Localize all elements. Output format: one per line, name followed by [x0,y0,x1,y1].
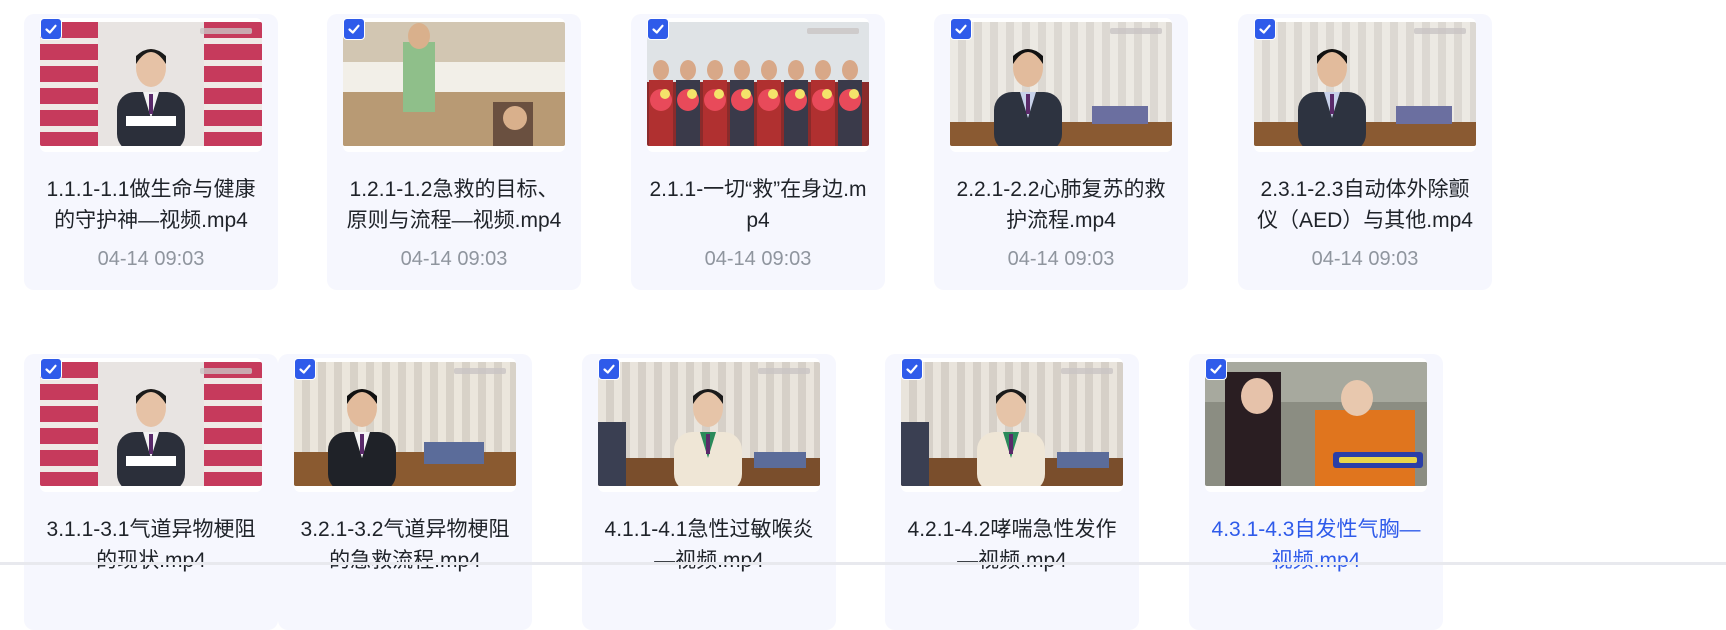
file-card[interactable]: 2.2.1-2.2心肺复苏的救护流程.mp4 04-14 09:03 [934,14,1188,290]
check-icon [348,24,360,34]
file-name[interactable]: 2.2.1-2.2心肺复苏的救护流程.mp4 [948,174,1174,236]
check-icon [906,364,918,374]
check-icon [1210,364,1222,374]
file-card[interactable]: 3.1.1-3.1气道异物梗阻的现状.mp4 [24,354,278,630]
thumbnail-frame [1205,358,1427,492]
file-name[interactable]: 4.1.1-4.1急性过敏喉炎—视频.mp4 [596,514,822,576]
modified-time: 04-14 09:03 [400,248,508,270]
check-icon [45,24,57,34]
file-card[interactable]: 1.1.1-1.1做生命与健康的守护神—视频.mp4 04-14 09:03 [24,14,278,290]
checkbox[interactable] [343,18,365,40]
checkbox[interactable] [1254,18,1276,40]
file-card[interactable]: 2.3.1-2.3自动体外除颤仪（AED）与其他.mp4 04-14 09:03 [1238,14,1492,290]
check-icon [299,364,311,374]
video-thumbnail[interactable] [598,362,820,486]
checkbox[interactable] [647,18,669,40]
check-icon [652,24,664,34]
file-card[interactable]: 4.1.1-4.1急性过敏喉炎—视频.mp4 [582,354,836,630]
thumbnail-frame [343,18,565,152]
modified-time: 04-14 09:03 [704,248,812,270]
video-thumbnail[interactable] [950,22,1172,146]
thumbnail-frame [647,18,869,152]
thumbnail-frame [294,358,516,492]
thumbnail-frame [598,358,820,492]
modified-time: 04-14 09:03 [1007,248,1115,270]
thumbnail-frame [901,358,1123,492]
checkbox[interactable] [294,358,316,380]
check-icon [955,24,967,34]
file-name[interactable]: 2.3.1-2.3自动体外除颤仪（AED）与其他.mp4 [1252,174,1478,236]
check-icon [45,364,57,374]
file-card[interactable]: 4.2.1-4.2哮喘急性发作—视频.mp4 [885,354,1139,630]
modified-time: 04-14 09:03 [97,248,205,270]
check-icon [1259,24,1271,34]
video-thumbnail[interactable] [40,362,262,486]
file-card[interactable]: 1.2.1-1.2急救的目标、原则与流程—视频.mp4 04-14 09:03 [327,14,581,290]
checkbox[interactable] [901,358,923,380]
file-name[interactable]: 4.3.1-4.3自发性气胸—视频.mp4 [1203,514,1429,576]
file-name[interactable]: 1.1.1-1.1做生命与健康的守护神—视频.mp4 [38,174,264,236]
thumbnail-frame [950,18,1172,152]
divider [0,562,1726,565]
checkbox[interactable] [40,18,62,40]
video-thumbnail[interactable] [901,362,1123,486]
checkbox[interactable] [598,358,620,380]
thumbnail-frame [1254,18,1476,152]
file-card[interactable]: 3.2.1-3.2气道异物梗阻的急救流程.mp4 [278,354,532,630]
video-thumbnail[interactable] [647,22,869,146]
thumbnail-frame [40,358,262,492]
check-icon [603,364,615,374]
modified-time: 04-14 09:03 [1311,248,1419,270]
file-name[interactable]: 1.2.1-1.2急救的目标、原则与流程—视频.mp4 [341,174,567,236]
file-name[interactable]: 4.2.1-4.2哮喘急性发作—视频.mp4 [899,514,1125,576]
video-thumbnail[interactable] [343,22,565,146]
checkbox[interactable] [950,18,972,40]
thumbnail-frame [40,18,262,152]
file-card[interactable]: 2.1.1-一切“救”在身边.mp4 04-14 09:03 [631,14,885,290]
file-card[interactable]: 4.3.1-4.3自发性气胸—视频.mp4 [1189,354,1443,630]
video-thumbnail[interactable] [1254,22,1476,146]
checkbox[interactable] [40,358,62,380]
file-name[interactable]: 2.1.1-一切“救”在身边.mp4 [645,174,871,236]
video-thumbnail[interactable] [1205,362,1427,486]
file-name[interactable]: 3.2.1-3.2气道异物梗阻的急救流程.mp4 [292,514,518,576]
video-thumbnail[interactable] [294,362,516,486]
video-thumbnail[interactable] [40,22,262,146]
checkbox[interactable] [1205,358,1227,380]
file-name[interactable]: 3.1.1-3.1气道异物梗阻的现状.mp4 [38,514,264,576]
